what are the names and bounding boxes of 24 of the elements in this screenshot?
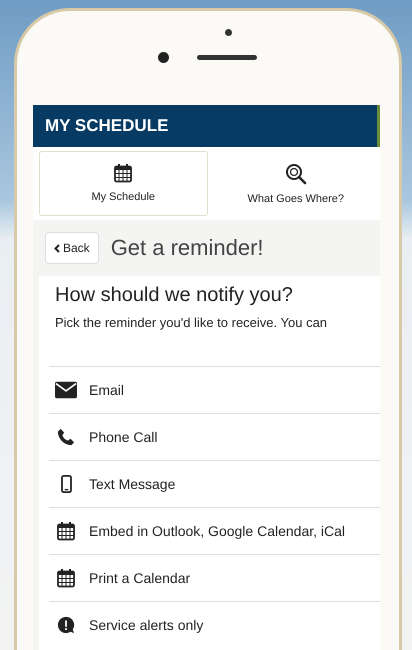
mobile-phone-icon <box>60 475 72 493</box>
app-header: MY SCHEDULE <box>33 105 380 147</box>
option-label: Text Message <box>89 476 176 492</box>
sensor-dot <box>225 29 232 36</box>
calendar-icon <box>56 521 76 541</box>
question-heading: How should we notify you? <box>54 283 294 307</box>
page-title: Get a reminder! <box>110 235 264 261</box>
option-label: Print a Calendar <box>89 570 190 586</box>
speaker-slot <box>197 55 257 60</box>
back-button[interactable]: Back <box>45 232 99 264</box>
phone-icon <box>57 428 75 446</box>
caret-icon <box>54 244 60 252</box>
instructions-text: Pick the reminder you'd like to receive. You can <box>54 314 328 332</box>
calendar-icon <box>56 568 76 588</box>
option-label: Embed in Outlook, Google Calendar, iCal <box>89 523 346 539</box>
nav-tab[interactable]: My Schedule <box>39 151 208 216</box>
calendar-icon <box>113 163 134 183</box>
option-label: Email <box>89 382 124 398</box>
option-label: Service alerts only <box>89 617 204 633</box>
search-icon <box>284 163 307 185</box>
option-label: Phone Call <box>89 429 158 445</box>
envelope-icon <box>55 381 77 399</box>
alert-bubble-icon <box>57 616 75 634</box>
camera-dot <box>158 52 169 63</box>
